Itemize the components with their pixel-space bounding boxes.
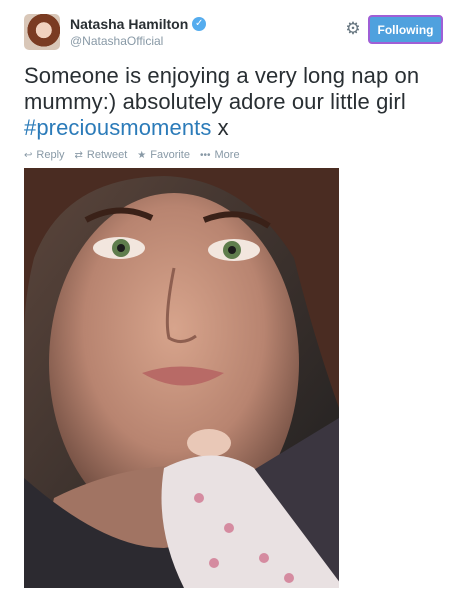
tweet-text-tail: x xyxy=(211,115,229,140)
reply-icon: ↩ xyxy=(24,149,33,161)
favorite-button[interactable]: ★ Favorite xyxy=(137,149,190,161)
gear-icon[interactable]: ⚙ xyxy=(344,20,362,38)
more-button[interactable]: ••• More xyxy=(200,149,240,161)
tweet-card: Natasha Hamilton ✓ @NatashaOfficial ⚙ Fo… xyxy=(0,0,455,601)
reply-button[interactable]: ↩ Reply xyxy=(24,149,65,161)
fullname-row: Natasha Hamilton ✓ xyxy=(70,16,207,32)
verified-badge-icon: ✓ xyxy=(192,17,207,31)
tweet-photo[interactable] xyxy=(24,168,339,588)
user-info: Natasha Hamilton ✓ @NatashaOfficial xyxy=(70,16,207,48)
retweet-label: Retweet xyxy=(86,149,128,161)
retweet-icon: ⇄ xyxy=(74,149,83,161)
user-handle[interactable]: @NatashaOfficial xyxy=(70,34,206,48)
more-label: More xyxy=(214,149,240,161)
tweet-actions: ↩ Reply ⇄ Retweet ★ Favorite ••• More xyxy=(24,149,250,161)
more-dots-icon: ••• xyxy=(199,149,211,161)
tweet-text: Someone is enjoying a very long nap on m… xyxy=(24,63,434,141)
user-fullname[interactable]: Natasha Hamilton xyxy=(70,16,188,32)
following-button[interactable]: Following xyxy=(368,15,443,44)
hashtag-link[interactable]: #preciousmoments xyxy=(24,115,211,140)
tweet-text-body: Someone is enjoying a very long nap on m… xyxy=(24,63,420,114)
favorite-label: Favorite xyxy=(150,149,190,161)
star-icon: ★ xyxy=(137,149,147,161)
photo-illustration xyxy=(24,168,339,588)
reply-label: Reply xyxy=(36,149,65,161)
retweet-button[interactable]: ⇄ Retweet xyxy=(75,149,128,161)
avatar[interactable] xyxy=(24,14,60,50)
